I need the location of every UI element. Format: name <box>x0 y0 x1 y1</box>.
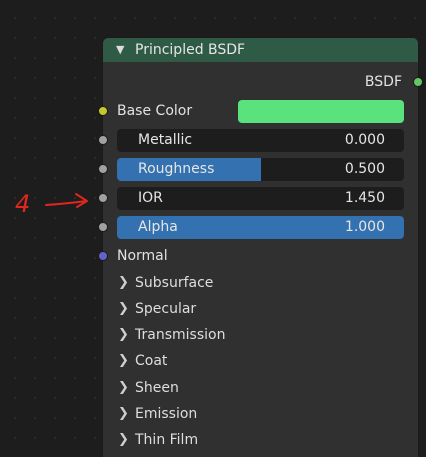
metallic-slider[interactable]: Metallic 0.000 <box>117 129 404 152</box>
chevron-right-icon: ❯ <box>118 353 129 368</box>
annotation-number: 4 <box>15 190 30 218</box>
alpha-socket[interactable] <box>98 222 108 232</box>
panel-emission[interactable]: ❯ Emission <box>103 401 418 427</box>
panel-label: Specular <box>135 301 197 317</box>
normal-label: Normal <box>117 248 168 264</box>
panel-label: Thin Film <box>135 432 199 448</box>
ior-field[interactable]: IOR 1.450 <box>117 187 404 210</box>
roughness-socket[interactable] <box>98 164 108 174</box>
chevron-right-icon: ❯ <box>118 380 129 395</box>
node-header[interactable]: ▼ Principled BSDF <box>103 38 418 62</box>
panel-coat[interactable]: ❯ Coat <box>103 348 418 374</box>
alpha-label: Alpha <box>138 219 178 235</box>
panel-label: Emission <box>135 406 198 422</box>
node-editor-canvas[interactable]: 4 ▼ Principled BSDF BSDF Base Color Meta… <box>0 0 426 457</box>
ior-label: IOR <box>138 190 163 206</box>
panel-subsurface[interactable]: ❯ Subsurface <box>103 270 418 296</box>
panel-sheen[interactable]: ❯ Sheen <box>103 375 418 401</box>
chevron-right-icon: ❯ <box>118 432 129 447</box>
panel-specular[interactable]: ❯ Specular <box>103 296 418 322</box>
roughness-row: Roughness 0.500 <box>98 156 418 182</box>
metallic-socket[interactable] <box>98 135 108 145</box>
panel-transmission[interactable]: ❯ Transmission <box>103 322 418 348</box>
output-bsdf-row: BSDF <box>103 69 423 95</box>
alpha-slider[interactable]: Alpha 1.000 <box>117 216 404 239</box>
panel-label: Coat <box>135 353 168 369</box>
panel-label: Subsurface <box>135 275 214 291</box>
alpha-value: 1.000 <box>344 219 385 235</box>
roughness-slider[interactable]: Roughness 0.500 <box>117 158 404 181</box>
metallic-row: Metallic 0.000 <box>98 127 418 153</box>
principled-bsdf-node[interactable]: ▼ Principled BSDF BSDF Base Color Metall… <box>98 38 423 457</box>
chevron-right-icon: ❯ <box>118 327 129 342</box>
base-color-socket[interactable] <box>98 106 108 116</box>
output-bsdf-label: BSDF <box>364 74 402 90</box>
bsdf-output-socket[interactable] <box>413 77 423 87</box>
base-color-swatch[interactable] <box>238 100 404 123</box>
ior-value: 1.450 <box>344 190 385 206</box>
chevron-right-icon: ❯ <box>118 406 129 421</box>
panel-thin-film[interactable]: ❯ Thin Film <box>103 427 418 453</box>
base-color-label: Base Color <box>117 103 193 119</box>
normal-socket[interactable] <box>98 251 108 261</box>
annotation-arrow: 4 <box>15 190 88 218</box>
roughness-label: Roughness <box>138 161 215 177</box>
normal-row: Normal <box>98 243 418 269</box>
ior-socket[interactable] <box>98 193 108 203</box>
metallic-label: Metallic <box>138 132 193 148</box>
node-title: Principled BSDF <box>135 42 246 58</box>
metallic-value: 0.000 <box>344 132 385 148</box>
chevron-right-icon: ❯ <box>118 301 129 316</box>
panel-label: Transmission <box>135 327 226 343</box>
base-color-row: Base Color <box>98 98 418 124</box>
ior-row: IOR 1.450 <box>98 185 418 211</box>
panel-label: Sheen <box>135 380 179 396</box>
roughness-value: 0.500 <box>344 161 385 177</box>
alpha-row: Alpha 1.000 <box>98 214 418 240</box>
chevron-down-icon[interactable]: ▼ <box>116 38 130 62</box>
chevron-right-icon: ❯ <box>118 275 129 290</box>
